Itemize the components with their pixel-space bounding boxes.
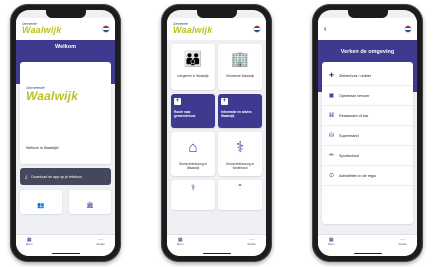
language-flag-icon[interactable] xyxy=(254,26,260,32)
screen-explore: ‹ Verken de omgeving ✚ Ziekenhuis / dokt… xyxy=(318,10,417,256)
page-title: Welkom xyxy=(55,44,76,50)
location-icon: ⊙ xyxy=(328,173,335,179)
phone-welcome: Gemeente Waalwijk Welkom Gemeente Waalwi… xyxy=(10,4,121,262)
menu-label: Menu xyxy=(328,243,335,246)
welcome-logo: Gemeente Waalwijk xyxy=(26,86,79,103)
bus-icon: ▣ xyxy=(328,93,335,99)
brand-logo[interactable]: Gemeente Waalwijk xyxy=(173,22,213,36)
tile-route-gemeentehuis[interactable]: + Route naar gemeentehuis xyxy=(171,94,215,128)
townhall-icon: 🏢 xyxy=(230,51,250,68)
tile-gemeente[interactable]: 🏢 Gemeente Waalwijk xyxy=(218,44,262,90)
tile-partial-right[interactable]: ⌃ xyxy=(218,180,262,210)
cart-icon: ⛁ xyxy=(328,133,335,139)
stethoscope-icon: ⚕ xyxy=(190,183,196,192)
welcome-card: Gemeente Waalwijk Welkom in Waalwijk! xyxy=(20,62,111,164)
welcome-brand-big: Waalwijk xyxy=(26,89,79,103)
hospital-icon: ✚ xyxy=(328,73,335,79)
menu-button[interactable]: ▦ Menu xyxy=(328,238,335,256)
notch xyxy=(347,10,388,18)
welcome-text: Welkom in Waalwijk! xyxy=(26,146,59,150)
top-bar: Gemeente Waalwijk xyxy=(167,18,266,40)
phone-explore: ‹ Verken de omgeving ✚ Ziekenhuis / dokt… xyxy=(312,4,423,262)
list-item-transport[interactable]: ▣ Openbaar vervoer xyxy=(322,86,413,106)
people-icon: 👥 xyxy=(37,203,45,209)
medical-house-icon: ⌂ xyxy=(188,139,198,156)
download-icon: ⤓ xyxy=(25,173,28,180)
places-list: ✚ Ziekenhuis / dokter ▣ Openbaar vervoer… xyxy=(322,62,413,224)
back-chevron-icon[interactable]: ‹ xyxy=(324,26,326,33)
top-bar: ‹ xyxy=(318,18,417,40)
list-item-gym[interactable]: ⟛ Sportschool xyxy=(322,146,413,166)
tile-zorg-waalwijk[interactable]: ⌂ Gezondheidszorg in Waalwijk xyxy=(171,132,215,176)
list-item-label: Restaurant of bar xyxy=(339,113,369,118)
search-button[interactable]: ··· Zoeken xyxy=(398,238,407,256)
list-item-restaurant[interactable]: ⌘ Restaurant of bar xyxy=(322,106,413,126)
tile-label: Integreren in Waalwijk xyxy=(177,74,209,78)
language-flag-icon[interactable] xyxy=(405,26,411,32)
list-item-label: Activiteiten in de regio xyxy=(339,173,377,178)
restaurant-icon: ⌘ xyxy=(328,113,335,119)
screen-menu: Gemeente Waalwijk 👪 Integreren in Waalwi… xyxy=(167,10,266,256)
tile-zorg-nederland[interactable]: ⚕ Gezondheidszorg in Nederland xyxy=(218,132,262,176)
menu-button[interactable]: ▦ Menu xyxy=(26,238,33,256)
home-indicator xyxy=(202,252,231,254)
download-label: Download de app op je telefoon xyxy=(31,174,82,179)
search-label: Zoeken xyxy=(247,243,256,246)
search-label: Zoeken xyxy=(398,243,407,246)
chevron-up-icon: ⌃ xyxy=(236,183,244,192)
plus-icon: + xyxy=(174,98,181,105)
tile-people[interactable]: 👥 xyxy=(20,190,62,214)
list-item-label: Ziekenhuis / dokter xyxy=(339,73,372,78)
people-icon: 👪 xyxy=(183,51,203,68)
phone-menu: Gemeente Waalwijk 👪 Integreren in Waalwi… xyxy=(161,4,272,262)
tile-partial-left[interactable]: ⚕ xyxy=(171,180,215,210)
top-bar: Gemeente Waalwijk xyxy=(16,18,115,40)
brand-big-text: Waalwijk xyxy=(22,25,62,36)
home-indicator xyxy=(51,252,80,254)
tile-label: Informatie en advies Waalwijk xyxy=(221,110,252,118)
download-app-button[interactable]: ⤓ Download de app op je telefoon xyxy=(20,168,111,185)
brand-big-text: Waalwijk xyxy=(173,25,213,36)
list-item-activities[interactable]: ⊙ Activiteiten in de regio xyxy=(322,166,413,186)
search-button[interactable]: ··· Zoeken xyxy=(247,238,256,256)
home-indicator xyxy=(353,252,382,254)
tile-integreren[interactable]: 👪 Integreren in Waalwijk xyxy=(171,44,215,90)
search-label: Zoeken xyxy=(96,243,105,246)
page-title: Verken de omgeving xyxy=(340,49,395,55)
tile-townhall[interactable]: 🏛 xyxy=(69,190,111,214)
list-item-hospital[interactable]: ✚ Ziekenhuis / dokter xyxy=(322,66,413,86)
stethoscope-icon: ⚕ xyxy=(235,139,245,156)
tile-label: Gezondheidszorg in Waalwijk xyxy=(178,162,208,170)
menu-label: Menu xyxy=(26,243,33,246)
townhall-icon: 🏛 xyxy=(86,203,94,209)
plus-icon: + xyxy=(221,98,228,105)
brand-logo[interactable]: Gemeente Waalwijk xyxy=(22,22,62,36)
list-item-label: Supermarkt xyxy=(339,133,359,138)
menu-button[interactable]: ▦ Menu xyxy=(177,238,184,256)
notch xyxy=(45,10,86,18)
tile-informatie-advies[interactable]: + Informatie en advies Waalwijk xyxy=(218,94,262,128)
language-flag-icon[interactable] xyxy=(103,26,109,32)
list-item-label: Openbaar vervoer xyxy=(339,93,370,98)
list-item-supermarket[interactable]: ⛁ Supermarkt xyxy=(322,126,413,146)
menu-label: Menu xyxy=(177,243,184,246)
screen-welcome: Gemeente Waalwijk Welkom Gemeente Waalwi… xyxy=(16,10,115,256)
tile-label: Gemeente Waalwijk xyxy=(225,74,255,78)
search-button[interactable]: ··· Zoeken xyxy=(96,238,105,256)
list-item-label: Sportschool xyxy=(339,153,360,158)
notch xyxy=(196,10,237,18)
tile-label: Gezondheidszorg in Nederland xyxy=(225,162,255,170)
dumbbell-icon: ⟛ xyxy=(328,152,335,158)
tile-label: Route naar gemeentehuis xyxy=(174,110,196,118)
